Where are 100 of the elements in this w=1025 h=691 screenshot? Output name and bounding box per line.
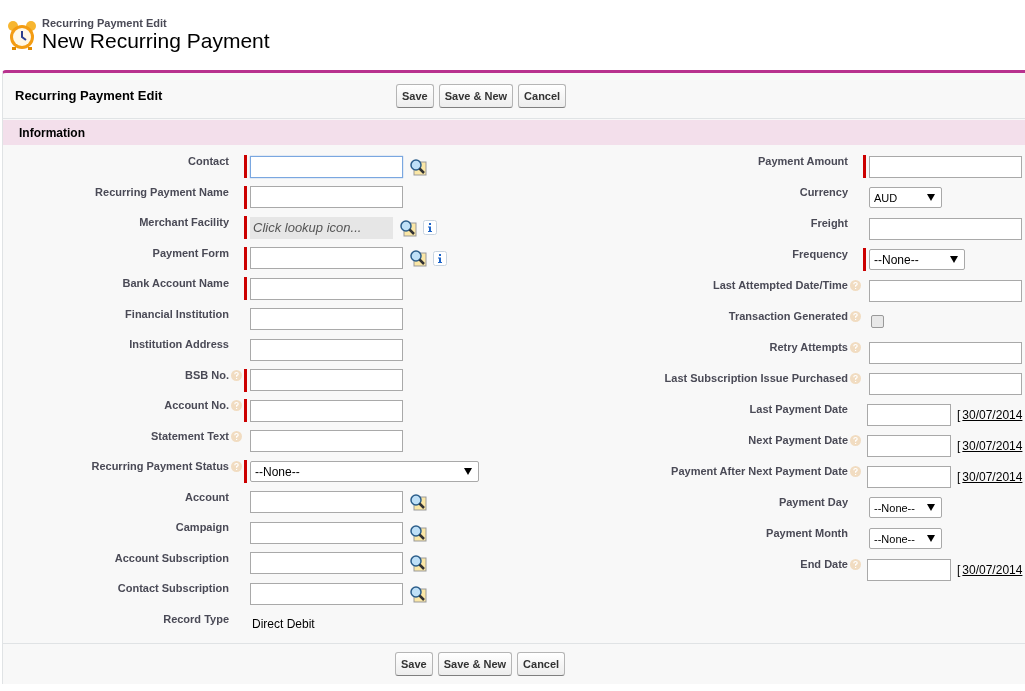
date-field[interactable]: [867, 558, 951, 581]
help-icon[interactable]: [231, 400, 242, 411]
field-label: Frequency: [791, 248, 848, 260]
lookup-field[interactable]: [250, 552, 403, 574]
input-field[interactable]: [250, 308, 403, 330]
input-field[interactable]: [250, 399, 403, 422]
dropdown[interactable]: --None--: [869, 249, 965, 270]
alarm-clock-icon: [6, 20, 38, 50]
input-field[interactable]: [250, 430, 403, 452]
today-date-link[interactable]: 30/07/2014: [962, 469, 1023, 484]
lookup-field[interactable]: [250, 155, 403, 178]
breadcrumb: Recurring Payment Edit: [42, 17, 168, 29]
checkbox[interactable]: [871, 315, 884, 328]
field-label: Freight: [809, 217, 848, 229]
field-label: Merchant Facility: [138, 216, 229, 228]
help-icon[interactable]: [850, 435, 861, 446]
search-icon[interactable]: [409, 157, 427, 176]
search-icon[interactable]: [409, 493, 427, 511]
input-field[interactable]: [869, 372, 1022, 395]
field-label: Payment Month: [765, 527, 848, 539]
field-label: Last Attempted Date/Time: [711, 279, 848, 291]
field-label: Account No.: [163, 399, 229, 411]
cancel-button[interactable]: Cancel: [517, 652, 566, 676]
input-field[interactable]: [250, 277, 403, 300]
save-and-new-button[interactable]: Save & New: [437, 652, 513, 676]
bracket: [: [957, 562, 961, 577]
field-label: Statement Text: [149, 429, 229, 442]
field-label: BSB No.: [184, 368, 229, 381]
field-label: Financial Institution: [124, 307, 229, 320]
field-label: Contact Subscription: [116, 582, 229, 594]
input-field[interactable]: [250, 338, 403, 361]
bracket: [: [957, 407, 961, 422]
caret-icon: [927, 535, 935, 542]
help-icon[interactable]: [231, 369, 242, 381]
input-field[interactable]: [869, 279, 1022, 302]
lookup-field[interactable]: [250, 521, 403, 544]
field-label: Transaction Generated: [727, 310, 848, 322]
field-label: Payment Day: [777, 496, 848, 508]
section-title: Information: [19, 125, 85, 140]
cancel-button[interactable]: Cancel: [518, 83, 567, 108]
help-icon[interactable]: [231, 461, 242, 472]
bracket: [: [957, 438, 961, 453]
caret-icon: [927, 194, 935, 201]
caret-icon: [950, 256, 958, 263]
input-field[interactable]: [869, 341, 1022, 364]
help-icon[interactable]: [850, 311, 861, 322]
caret-icon: [927, 504, 935, 511]
help-icon[interactable]: [850, 342, 861, 353]
field-label: Last Subscription Issue Purchased: [663, 372, 848, 384]
field-label: Account Subscription: [113, 551, 229, 564]
search-icon[interactable]: [409, 554, 427, 572]
input-field[interactable]: [250, 186, 403, 208]
info-icon[interactable]: [433, 250, 447, 266]
field-label: Payment Form: [151, 246, 229, 259]
help-icon[interactable]: [850, 280, 861, 291]
field-label: Currency: [798, 186, 848, 198]
save-button[interactable]: Save: [395, 652, 433, 676]
dropdown[interactable]: --None--: [250, 461, 479, 482]
page-title: New Recurring Payment: [42, 29, 270, 53]
search-icon[interactable]: [409, 584, 427, 603]
save-and-new-button[interactable]: Save & New: [438, 83, 514, 108]
field-label: Recurring Payment Name: [94, 185, 229, 198]
help-icon[interactable]: [850, 466, 861, 477]
help-icon[interactable]: [231, 430, 242, 442]
field-label: Account: [184, 490, 229, 503]
today-date-link[interactable]: 30/07/2014: [962, 438, 1023, 453]
field-label: Institution Address: [128, 338, 229, 350]
panel-title: Recurring Payment Edit: [14, 88, 164, 103]
field-label: Payment Amount: [756, 155, 848, 167]
field-label: Next Payment Date: [747, 434, 848, 446]
help-icon[interactable]: [850, 373, 861, 384]
save-button[interactable]: Save: [396, 83, 434, 108]
date-field[interactable]: [867, 434, 951, 457]
dropdown[interactable]: AUD: [869, 187, 942, 208]
field-label: Payment After Next Payment Date: [670, 465, 848, 477]
search-icon[interactable]: [409, 249, 427, 267]
lookup-field[interactable]: [250, 491, 403, 513]
field-label: Contact: [187, 155, 229, 167]
field-label: Campaign: [174, 521, 229, 533]
field-label: Last Payment Date: [748, 403, 848, 415]
field-label: Record Type: [162, 612, 229, 625]
input-field[interactable]: [250, 369, 403, 391]
search-icon[interactable]: [409, 523, 427, 542]
input-field[interactable]: [869, 155, 1022, 178]
field-label: End Date: [799, 558, 848, 570]
field-label: Recurring Payment Status: [90, 460, 229, 472]
field-value: Direct Debit: [251, 617, 315, 631]
input-field[interactable]: [869, 217, 1022, 240]
help-icon[interactable]: [850, 559, 861, 570]
lookup-field[interactable]: [250, 582, 403, 605]
date-field[interactable]: [867, 403, 951, 426]
today-date-link[interactable]: 30/07/2014: [962, 562, 1023, 577]
caret-icon: [464, 468, 472, 475]
dropdown[interactable]: --None--: [869, 497, 942, 518]
date-field[interactable]: [867, 465, 951, 488]
dropdown[interactable]: --None--: [869, 528, 942, 549]
lookup-field[interactable]: [250, 247, 403, 269]
field-label: Retry Attempts: [768, 341, 848, 353]
field-label: Bank Account Name: [121, 277, 229, 289]
today-date-link[interactable]: 30/07/2014: [962, 407, 1023, 422]
